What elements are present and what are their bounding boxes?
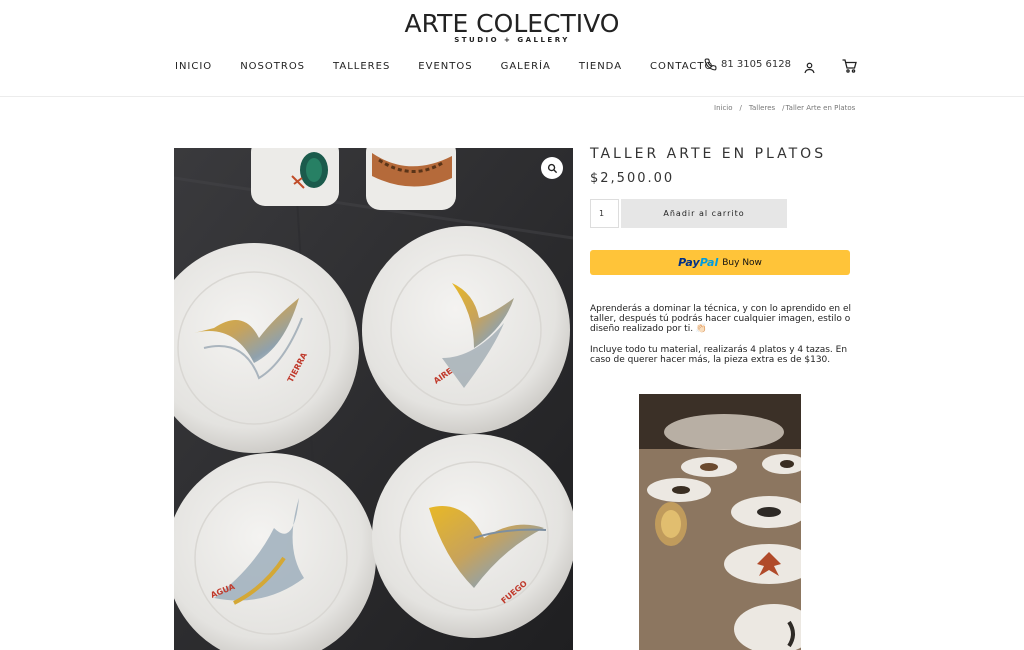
user-icon	[804, 62, 815, 74]
nav-item-nosotros[interactable]: NOSOTROS	[240, 61, 305, 72]
product-description-2: Incluye todo tu material, realizarás 4 p…	[590, 345, 848, 365]
breadcrumb-current: Taller Arte en Platos	[785, 104, 856, 112]
phone-link[interactable]: 81 3105 6128	[704, 58, 791, 71]
magnifier-icon	[547, 163, 557, 173]
account-button[interactable]	[804, 59, 815, 78]
breadcrumb-inicio[interactable]: Inicio	[714, 104, 733, 112]
product-title: TALLER ARTE EN PLATOS	[590, 146, 827, 162]
nav-item-eventos[interactable]: EVENTOS	[418, 61, 472, 72]
product-description-1: Aprenderás a dominar la técnica, y con l…	[590, 304, 852, 334]
breadcrumb-talleres[interactable]: Talleres	[749, 104, 775, 112]
phone-icon	[704, 58, 717, 71]
add-to-cart-button[interactable]: Añadir al carrito	[621, 199, 787, 228]
nav-item-inicio[interactable]: INICIO	[175, 61, 212, 72]
quantity-input[interactable]	[590, 199, 619, 228]
cart-icon	[842, 59, 857, 73]
plates-photo: TIERRA AIRE AGUA FUEGO	[174, 148, 573, 650]
nav-item-talleres[interactable]: TALLERES	[333, 61, 390, 72]
header-divider	[0, 96, 1024, 97]
site-logo[interactable]: ARTE COLECTIVO STUDIO + GALLERY	[0, 9, 1024, 45]
paypal-logo: PayPal	[678, 256, 718, 269]
paypal-logo-pal: Pal	[699, 256, 719, 269]
nav-item-tienda[interactable]: TIENDA	[579, 61, 622, 72]
workshop-photo[interactable]	[639, 394, 801, 650]
zoom-button[interactable]	[541, 157, 563, 179]
logo-tagline: STUDIO + GALLERY	[454, 36, 570, 44]
nav-item-galeria[interactable]: GALERÍA	[501, 61, 551, 72]
phone-number: 81 3105 6128	[721, 59, 791, 70]
paypal-label: Buy Now	[722, 257, 762, 268]
product-price: $2,500.00	[590, 171, 675, 186]
breadcrumb: Inicio / Talleres/Taller Arte en Platos	[714, 104, 855, 112]
cart-button[interactable]	[842, 58, 857, 77]
logo-name: ARTE COLECTIVO	[404, 9, 620, 38]
paypal-logo-pay: Pay	[678, 256, 700, 269]
product-main-image[interactable]: TIERRA AIRE AGUA FUEGO	[174, 148, 573, 650]
main-nav: INICIO NOSOTROS TALLERES EVENTOS GALERÍA…	[175, 59, 713, 73]
workshop-scene	[639, 394, 801, 650]
breadcrumb-separator: /	[782, 104, 785, 112]
breadcrumb-separator: /	[739, 104, 742, 112]
paypal-buy-now-button[interactable]: PayPal Buy Now	[590, 250, 850, 275]
